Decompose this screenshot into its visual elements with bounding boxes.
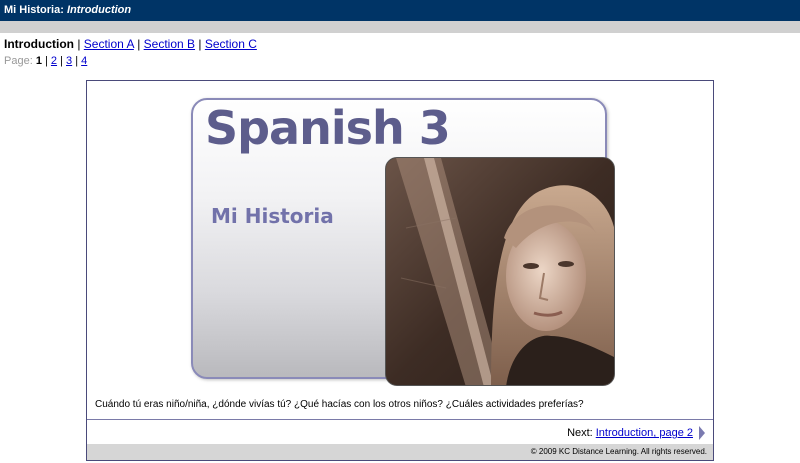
- next-page-link[interactable]: Introduction, page 2: [596, 427, 693, 439]
- nav-separator: |: [77, 37, 81, 51]
- pager-separator: |: [75, 55, 79, 67]
- pager-separator: |: [60, 55, 63, 67]
- pager-separator: |: [45, 55, 48, 67]
- copyright-footer: © 2009 KC Distance Learning. All rights …: [87, 444, 713, 460]
- next-arrow-icon[interactable]: [699, 426, 705, 440]
- content-frame: Spanish 3 Mi Historia Cuándo tú eras niñ…: [86, 80, 714, 461]
- nav-current-introduction: Introduction: [4, 37, 74, 51]
- unit-title: Mi Historia: [211, 204, 334, 228]
- nav-separator: |: [198, 37, 202, 51]
- next-nav: Next: Introduction, page 2: [567, 426, 705, 440]
- student-photo: [385, 157, 615, 386]
- divider: [87, 419, 713, 420]
- pager-link-2[interactable]: 2: [51, 55, 57, 67]
- pager-link-4[interactable]: 4: [81, 55, 87, 67]
- discussion-question: Cuándo tú eras niño/niña, ¿dónde vivías …: [95, 399, 584, 410]
- next-label: Next:: [567, 427, 593, 439]
- section-nav: Introduction | Section A | Section B | S…: [4, 37, 257, 51]
- nav-link-section-b[interactable]: Section B: [144, 37, 195, 51]
- pager-link-3[interactable]: 3: [66, 55, 72, 67]
- nav-separator: |: [137, 37, 141, 51]
- pager-label: Page:: [4, 55, 33, 67]
- app-title: Mi Historia:: [4, 4, 64, 16]
- page-subtitle: Introduction: [66, 4, 132, 16]
- nav-link-section-a[interactable]: Section A: [84, 37, 134, 51]
- pager-current-page: 1: [35, 55, 42, 67]
- nav-link-section-c[interactable]: Section C: [205, 37, 257, 51]
- title-bar: Mi Historia: Introduction: [0, 0, 800, 21]
- toolbar-strip: [0, 21, 800, 33]
- course-title: Spanish 3: [205, 101, 451, 155]
- pager: Page: 1 | 2 | 3 | 4: [4, 55, 87, 67]
